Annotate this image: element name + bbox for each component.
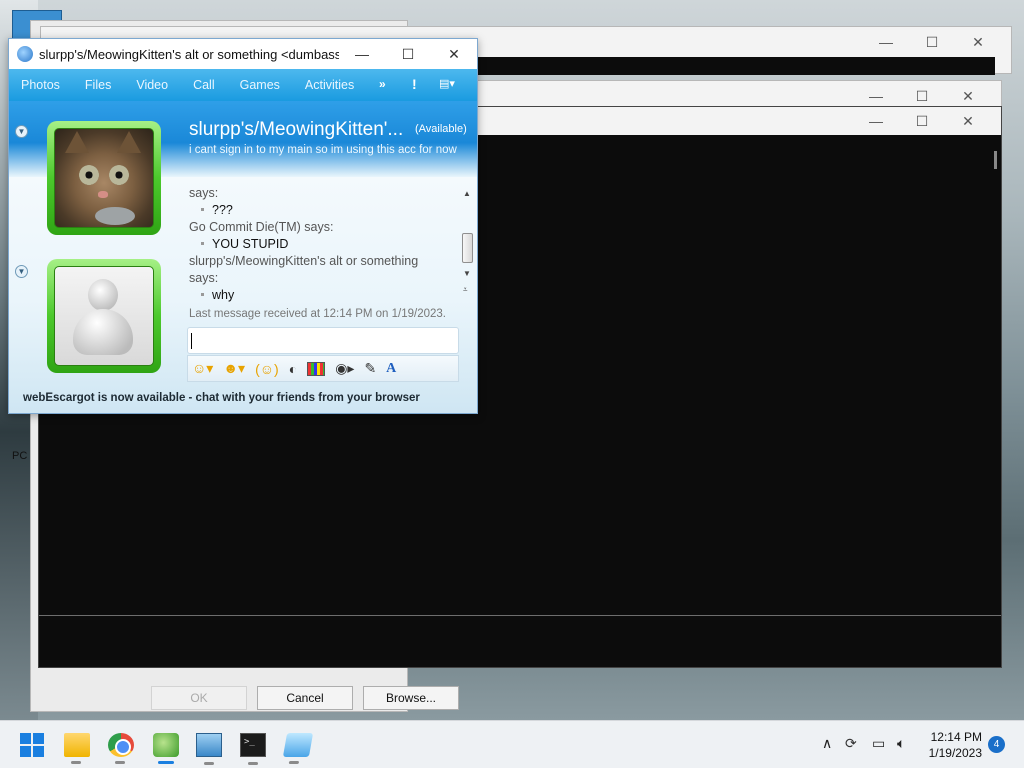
message-input[interactable] — [187, 327, 459, 354]
font-icon[interactable]: A — [386, 361, 396, 377]
wink-picker-icon[interactable]: ☻▾ — [223, 360, 245, 377]
desktop-label-pc: PC — [12, 450, 28, 462]
browse-button[interactable]: Browse... — [363, 686, 459, 710]
ok-button[interactable]: OK — [151, 686, 247, 710]
file-explorer-icon[interactable] — [64, 733, 90, 764]
last-message-timestamp: Last message received at 12:14 PM on 1/1… — [189, 308, 446, 320]
minimize-button[interactable]: — — [863, 34, 909, 50]
dialog-button-row: OK Cancel Browse... — [151, 686, 459, 710]
show-hidden-icons-icon[interactable]: ∧ — [822, 735, 832, 752]
network-icon[interactable]: ▭ — [872, 735, 885, 752]
message-line: why — [189, 287, 459, 304]
contact-status: (Available) — [415, 123, 467, 135]
scroll-up-icon[interactable]: ▲ — [463, 189, 471, 198]
sender-line: says: — [189, 271, 219, 285]
window-menu-icon[interactable]: ▤▾ — [439, 77, 461, 93]
message-text: YOU STUPID — [212, 237, 289, 251]
nudge-icon[interactable]: (☺) — [255, 361, 279, 377]
menu-activities[interactable]: Activities — [305, 78, 354, 92]
more-menu-button[interactable]: » — [379, 77, 386, 91]
message-text: ??? — [212, 203, 233, 217]
maximize-button[interactable]: ☐ — [899, 88, 945, 105]
messenger-app-icon — [17, 46, 33, 62]
taskbar-clock[interactable]: 12:14 PM 1/19/2023 — [924, 729, 982, 761]
cancel-button[interactable]: Cancel — [257, 686, 353, 710]
close-button[interactable]: ✕ — [945, 88, 991, 105]
volume-icon[interactable]: 🔈︎ — [897, 735, 905, 752]
start-button[interactable] — [20, 733, 46, 757]
conversation-history: says: ??? Go Commit Die(TM) says: YOU ST… — [189, 185, 459, 320]
menu-games[interactable]: Games — [240, 78, 280, 92]
voice-clip-icon[interactable]: ◐ — [289, 361, 297, 377]
chrome-icon[interactable] — [108, 733, 134, 764]
maximize-button[interactable]: ☐ — [909, 34, 955, 51]
taskbar: ∧ ⟳ ▭ 🔈︎ 12:14 PM 1/19/2023 4 — [0, 720, 1024, 768]
scroll-to-end-icon[interactable]: ⩡ — [463, 285, 468, 295]
nudge-alert-icon[interactable]: ! — [412, 76, 417, 92]
background-picker-icon[interactable] — [307, 361, 326, 376]
maximize-button[interactable]: ☐ — [385, 46, 431, 63]
sync-status-icon[interactable]: ⟳ — [845, 735, 857, 752]
messenger-chat-window: slurpp's/MeowingKitten's alt or somethin… — [8, 38, 478, 414]
contact-personal-message: i cant sign in to my main so im using th… — [189, 144, 457, 156]
message-line: YOU STUPID — [189, 236, 459, 253]
menu-photos[interactable]: Photos — [21, 78, 60, 92]
conversation-scrollbar[interactable]: ▲ ▼ ⩡ — [461, 187, 475, 299]
menu-files[interactable]: Files — [85, 78, 111, 92]
window-title: slurpp's/MeowingKitten's alt or somethin… — [39, 46, 339, 62]
footer-banner-link[interactable]: webEscargot is now available - chat with… — [23, 392, 420, 404]
message-text: why — [212, 288, 235, 302]
handwriting-icon[interactable]: ✎ — [364, 360, 376, 377]
text-caret — [191, 333, 192, 349]
user-display-picture[interactable] — [47, 259, 161, 373]
console-divider — [39, 615, 1001, 616]
network-app-icon[interactable] — [282, 733, 314, 764]
terminal-icon[interactable] — [240, 733, 266, 765]
activity-menu-bar: Photos Files Video Call Games Activities… — [9, 69, 477, 101]
kitten-avatar — [54, 128, 154, 228]
sender-line: slurpp's/MeowingKitten's alt or somethin… — [189, 254, 419, 268]
console-scrollbar[interactable] — [987, 135, 1001, 615]
close-button[interactable]: ✕ — [431, 46, 477, 63]
menu-video[interactable]: Video — [136, 78, 168, 92]
scrollbar-thumb[interactable] — [462, 233, 473, 263]
maximize-button[interactable]: ☐ — [899, 113, 945, 130]
minimize-button[interactable]: — — [339, 46, 385, 62]
clock-time: 12:14 PM — [930, 730, 982, 744]
scroll-down-icon[interactable]: ▼ — [463, 269, 471, 278]
minimize-button[interactable]: — — [853, 113, 899, 129]
close-button[interactable]: ✕ — [945, 113, 991, 130]
notification-badge[interactable]: 4 — [988, 736, 1005, 753]
collapse-arrow-icon[interactable]: ▼ — [15, 265, 28, 278]
sender-line: says: — [189, 186, 219, 200]
contact-name: slurpp's/MeowingKitten'... — [189, 119, 404, 140]
messenger-taskbar-icon[interactable] — [153, 733, 179, 764]
scrollbar-thumb[interactable] — [994, 151, 997, 169]
clock-date: 1/19/2023 — [928, 746, 982, 760]
message-format-toolbar: ☺▾ ☻▾ (☺) ◐ ◉▸ ✎ A — [187, 355, 459, 382]
close-button[interactable]: ✕ — [955, 34, 1001, 51]
menu-call[interactable]: Call — [193, 78, 215, 92]
title-bar[interactable]: slurpp's/MeowingKitten's alt or somethin… — [9, 39, 477, 69]
default-user-avatar — [54, 266, 154, 366]
games-icon[interactable]: ◉▸ — [335, 360, 354, 377]
contact-display-picture[interactable] — [47, 121, 161, 235]
minimize-button[interactable]: — — [853, 88, 899, 104]
sender-line: Go Commit Die(TM) says: — [189, 220, 334, 234]
emoticon-picker-icon[interactable]: ☺▾ — [192, 360, 213, 377]
collapse-arrow-icon[interactable]: ▼ — [15, 125, 28, 138]
control-panel-icon[interactable] — [196, 733, 222, 765]
message-line: ??? — [189, 202, 459, 219]
